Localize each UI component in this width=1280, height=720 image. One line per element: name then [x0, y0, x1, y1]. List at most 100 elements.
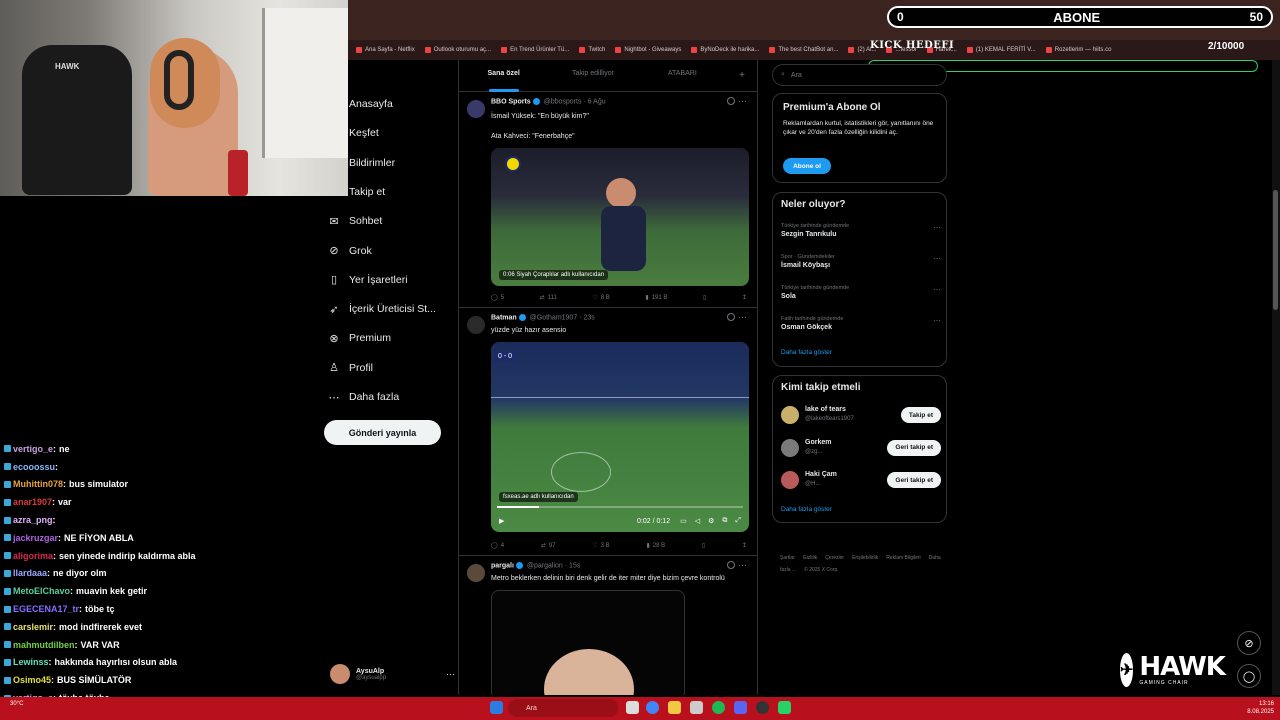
- views-button[interactable]: ▮ 191 B: [645, 294, 667, 302]
- chat-username[interactable]: jackruzgar: [13, 533, 58, 543]
- footer-link[interactable]: Şartlar: [780, 555, 795, 561]
- add-tab-icon[interactable]: +: [727, 70, 757, 81]
- trend-item[interactable]: Fatih tarihinde gündemde Osman Gökçek ⋯: [781, 316, 941, 331]
- like-button[interactable]: ♡ 8 B: [592, 294, 609, 302]
- messages-float-icon[interactable]: ◯: [1237, 664, 1261, 688]
- tweet-video[interactable]: [491, 590, 685, 695]
- account-switcher[interactable]: AysuAlp @aysualpp ⋯: [330, 662, 455, 686]
- obs-icon[interactable]: [756, 701, 769, 714]
- reply-button[interactable]: ◯ 4: [491, 542, 504, 550]
- footer-link[interactable]: Gizlilik: [803, 555, 817, 561]
- trend-item[interactable]: Spor · Gündemdekiler İsmail Köybaşı ⋯: [781, 254, 941, 269]
- tweet-author[interactable]: BBO Sports: [491, 98, 531, 105]
- chat-username[interactable]: aligorima: [13, 551, 53, 561]
- sidebar-item-bildirimler[interactable]: Bildirimler: [328, 153, 395, 173]
- sidebar-item-sohbet[interactable]: ✉ Sohbet: [328, 211, 382, 231]
- reply-button[interactable]: ◯ 5: [491, 294, 504, 302]
- tab-atabari[interactable]: ATABARI: [638, 60, 727, 92]
- file-explorer-icon[interactable]: [668, 701, 681, 714]
- bookmark-button[interactable]: ▯: [702, 542, 705, 549]
- follow-suggestion[interactable]: Gorkem @zg... Geri takip et: [781, 438, 941, 459]
- tweet-author[interactable]: pargalı: [491, 562, 514, 569]
- grok-icon[interactable]: [727, 561, 735, 569]
- more-icon[interactable]: ⋯: [738, 96, 747, 107]
- follow-suggestion[interactable]: lake of tears @lakeoftears1907 Takip et: [781, 406, 941, 426]
- bookmark-button[interactable]: ▯: [703, 294, 706, 301]
- more-icon[interactable]: ⋯: [933, 285, 941, 294]
- grok-float-icon[interactable]: ⊘: [1237, 631, 1261, 655]
- sidebar-item-premium[interactable]: ⊗ Premium: [328, 328, 391, 348]
- pip-icon[interactable]: ⧉: [722, 517, 727, 525]
- tab-following[interactable]: Takip edilliyor: [548, 60, 637, 92]
- bookmark-item[interactable]: Ana Sayfa - Netflix: [356, 47, 415, 53]
- subscribe-button[interactable]: Abone ol: [783, 158, 831, 174]
- bookmark-item[interactable]: Twitch: [579, 47, 605, 53]
- whatsapp-icon[interactable]: [778, 701, 791, 714]
- windows-start-icon[interactable]: [490, 701, 503, 714]
- chat-username[interactable]: carslemir: [13, 622, 53, 632]
- chat-username[interactable]: llardaaa: [13, 568, 47, 578]
- tweet[interactable]: BBO Sports @bbosports · 6 Ağu ⋯ İsmail Y…: [459, 92, 757, 308]
- chat-username[interactable]: Osimo45: [13, 675, 51, 685]
- follow-suggestion[interactable]: Haki Çam @H... Geri takip et: [781, 471, 941, 491]
- task-view-icon[interactable]: [626, 701, 639, 714]
- sidebar-item-anasayfa[interactable]: Anasayfa: [328, 94, 393, 114]
- more-icon[interactable]: ⋯: [738, 312, 747, 323]
- more-icon[interactable]: ⋯: [933, 223, 941, 232]
- fullscreen-icon[interactable]: ⤢: [735, 517, 741, 525]
- bookmark-item[interactable]: En Trend Ürünler Tü...: [501, 47, 569, 53]
- sidebar-item-yer-i-aretleri[interactable]: ▯ Yer İşaretleri: [328, 270, 408, 290]
- bookmark-item[interactable]: Rozetlerim — hiits.co: [1045, 47, 1111, 53]
- follow-button[interactable]: Geri takip et: [887, 439, 941, 456]
- bookmark-item[interactable]: (1) KEMAL FERİTİ V...: [966, 47, 1036, 53]
- tweet[interactable]: Batman @Gotham1907 · 23s ⋯ yüzde yüz haz…: [459, 308, 757, 556]
- chat-username[interactable]: EGECENA17_tr: [13, 604, 79, 614]
- trend-item[interactable]: Türkiye tarihinde gündemde Sezgin Tanrıku…: [781, 223, 941, 238]
- weather-widget[interactable]: 30°C: [10, 701, 23, 707]
- store-icon[interactable]: [690, 701, 703, 714]
- footer-link[interactable]: Çerezler: [825, 555, 844, 561]
- chat-username[interactable]: ecooossu: [13, 462, 55, 472]
- show-more-link[interactable]: Daha fazla göster: [781, 506, 832, 513]
- post-button[interactable]: Gönderi yayınla: [324, 420, 441, 445]
- chat-username[interactable]: MetoElChavo: [13, 586, 70, 596]
- taskbar-search[interactable]: Ara: [508, 699, 618, 717]
- tweet-author[interactable]: Batman: [491, 314, 517, 321]
- footer-link[interactable]: Reklam Bilgileri: [886, 555, 920, 561]
- footer-link[interactable]: Erişilebilirlik: [852, 555, 878, 561]
- sidebar-item-i-erik-reticisi-st-[interactable]: ➶ İçerik Üreticisi St...: [328, 299, 436, 319]
- bookmark-item[interactable]: Nightbot - Giveaways: [615, 47, 681, 53]
- more-icon[interactable]: ⋯: [933, 316, 941, 325]
- more-icon[interactable]: ⋯: [446, 669, 455, 680]
- follow-button[interactable]: Geri takip et: [887, 472, 941, 488]
- grok-icon[interactable]: [727, 97, 735, 105]
- chat-username[interactable]: vertigo_e: [13, 444, 53, 454]
- video-progress[interactable]: [497, 506, 743, 508]
- more-icon[interactable]: ⋯: [933, 254, 941, 263]
- sidebar-item-ke-fet[interactable]: Keşfet: [328, 123, 379, 143]
- spotify-icon[interactable]: [712, 701, 725, 714]
- chat-username[interactable]: anar1907: [13, 497, 52, 507]
- chat-username[interactable]: Muhittin078: [13, 479, 63, 489]
- volume-icon[interactable]: ◁: [695, 517, 700, 525]
- tweet-video-player[interactable]: 0 - 0 fsxeas.ae adlı kullanıcıdan ▶ 0:02…: [491, 342, 749, 532]
- show-more-link[interactable]: Daha fazla göster: [781, 349, 832, 356]
- bookmark-item[interactable]: ByNoDeck ile harika...: [691, 47, 759, 53]
- chat-username[interactable]: azra_png: [13, 515, 53, 525]
- share-button[interactable]: ↥: [742, 294, 747, 301]
- sidebar-item-grok[interactable]: ⊘ Grok: [328, 241, 371, 261]
- system-clock[interactable]: 13:16 8.08.2025: [1247, 700, 1274, 716]
- chrome-icon[interactable]: [646, 701, 659, 714]
- tweet-video[interactable]: 0:06 Siyah Çoraplılar adlı kullanıcıdan: [491, 148, 749, 286]
- grok-icon[interactable]: [727, 313, 735, 321]
- bookmark-item[interactable]: Outlook oturumu aç...: [424, 47, 491, 53]
- captions-icon[interactable]: ▭: [680, 517, 687, 525]
- views-button[interactable]: ▮ 28 B: [646, 542, 665, 550]
- more-icon[interactable]: ⋯: [738, 560, 747, 571]
- discord-icon[interactable]: [734, 701, 747, 714]
- tab-for-you[interactable]: Sana özel: [459, 60, 548, 92]
- bookmark-item[interactable]: The best ChatBot an...: [769, 47, 838, 53]
- share-button[interactable]: ↥: [742, 542, 747, 549]
- repost-button[interactable]: ⇄ 97: [541, 542, 556, 550]
- sidebar-item-daha-fazla[interactable]: ⋯ Daha fazla: [328, 387, 400, 407]
